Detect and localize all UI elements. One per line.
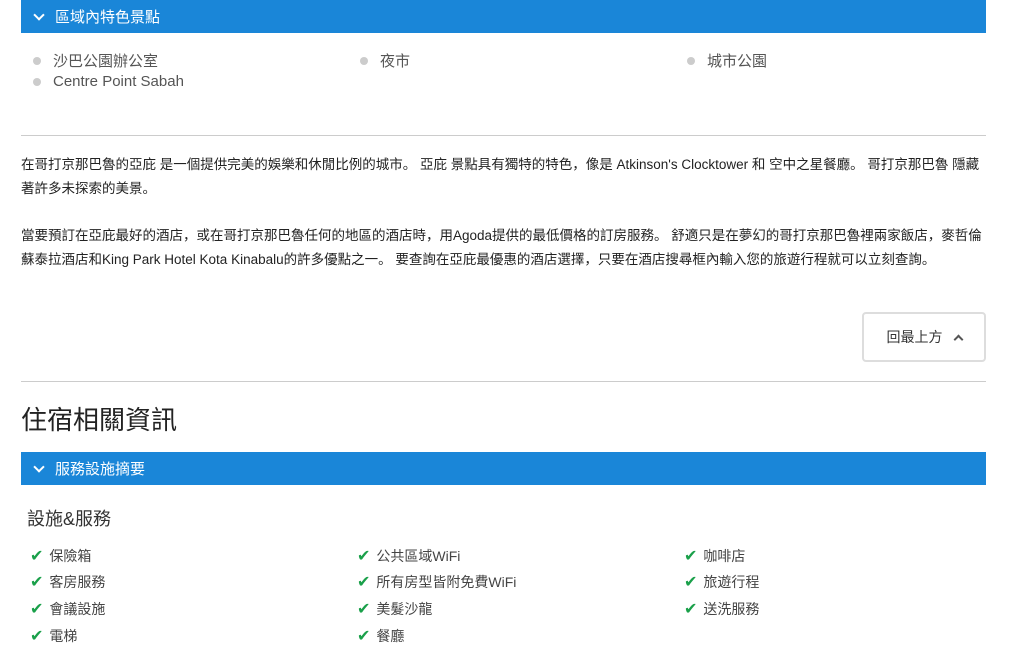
facility-item: ✔ 保險箱 xyxy=(30,546,91,566)
chevron-down-icon xyxy=(33,8,45,21)
check-icon: ✔ xyxy=(357,574,371,591)
check-icon: ✔ xyxy=(357,628,371,645)
list-item: 城市公園 xyxy=(687,50,767,71)
description-paragraph: 在哥打京那巴魯的亞庇 是一個提供完美的娛樂和休閒比例的城市。 亞庇 景點具有獨特… xyxy=(21,157,980,196)
facility-item: ✔ 電梯 xyxy=(30,626,77,646)
facility-label: 電梯 xyxy=(49,628,78,644)
check-icon: ✔ xyxy=(30,601,44,618)
facility-label: 餐廳 xyxy=(376,628,405,644)
facility-label: 公共區域WiFi xyxy=(376,548,461,564)
check-icon: ✔ xyxy=(684,601,698,618)
facility-label: 美髮沙龍 xyxy=(376,601,433,617)
facility-item: ✔ 咖啡店 xyxy=(684,546,745,566)
facility-label: 會議設施 xyxy=(49,601,106,617)
list-item: 夜市 xyxy=(360,50,410,71)
bullet-icon xyxy=(360,56,368,65)
back-to-top-button[interactable]: 回最上方 xyxy=(862,312,986,362)
facility-item: ✔ 餐廳 xyxy=(357,626,404,646)
facility-label: 保險箱 xyxy=(49,548,92,564)
check-icon: ✔ xyxy=(30,548,44,565)
facility-label: 客房服務 xyxy=(49,574,106,590)
facility-label: 所有房型皆附免費WiFi xyxy=(376,574,517,590)
check-icon: ✔ xyxy=(357,548,371,565)
check-icon: ✔ xyxy=(684,548,698,565)
list-item: Centre Point Sabah xyxy=(33,73,184,90)
chevron-down-icon xyxy=(33,460,45,473)
facility-item: ✔ 公共區域WiFi xyxy=(357,546,460,566)
facility-label: 旅遊行程 xyxy=(703,574,760,590)
facility-item: ✔ 會議設施 xyxy=(30,599,105,619)
check-icon: ✔ xyxy=(30,628,44,645)
attractions-header[interactable]: 區域內特色景點 xyxy=(21,0,986,33)
bullet-icon xyxy=(33,56,41,65)
facility-item: ✔ 送洗服務 xyxy=(684,599,759,619)
bullet-icon xyxy=(687,56,695,65)
check-icon: ✔ xyxy=(30,574,44,591)
facility-item: ✔ 美髮沙龍 xyxy=(357,599,432,619)
check-icon: ✔ xyxy=(684,574,698,591)
facilities-summary-header[interactable]: 服務設施摘要 xyxy=(21,452,986,485)
page-title: 住宿相關資訊 xyxy=(21,405,178,435)
facilities-subheading: 設施&服務 xyxy=(27,509,112,529)
facility-label: 送洗服務 xyxy=(703,601,760,617)
description-paragraph: 當要預訂在亞庇最好的酒店，或在哥打京那巴魯任何的地區的酒店時，用Agoda提供的… xyxy=(21,228,982,267)
list-item: 沙巴公園辦公室 xyxy=(33,50,158,71)
divider xyxy=(21,135,986,136)
facility-item: ✔ 旅遊行程 xyxy=(684,572,759,592)
facility-item: ✔ 所有房型皆附免費WiFi xyxy=(357,572,516,592)
facility-item: ✔ 客房服務 xyxy=(30,572,105,592)
divider xyxy=(21,381,986,382)
chevron-up-icon xyxy=(953,334,963,344)
check-icon: ✔ xyxy=(357,601,371,618)
facility-label: 咖啡店 xyxy=(703,548,746,564)
bullet-icon xyxy=(33,77,41,86)
